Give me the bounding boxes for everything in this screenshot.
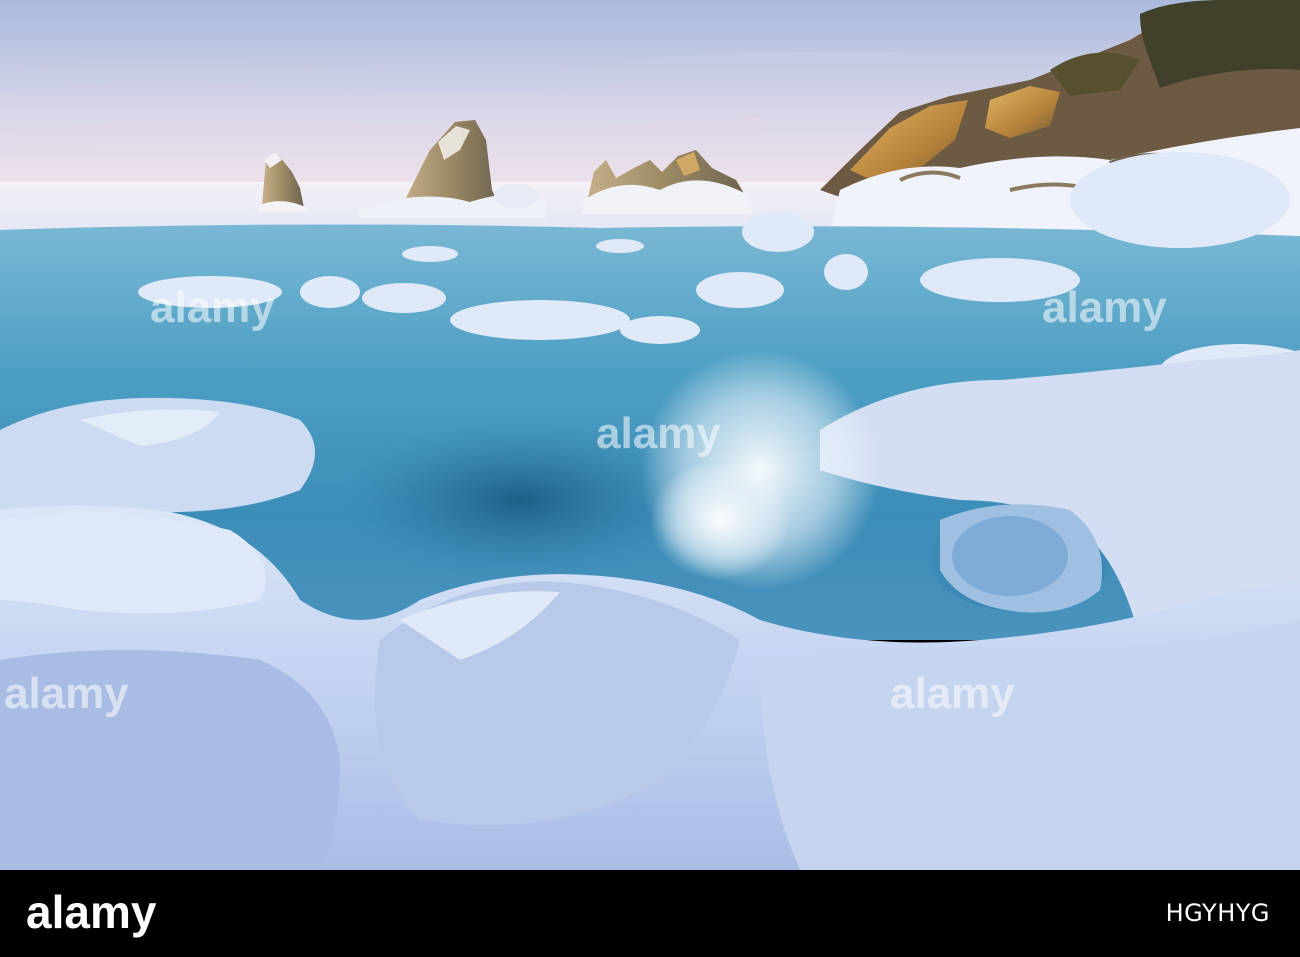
image-id: HGYHYG <box>1165 899 1270 927</box>
footer-bar: alamy HGYHYG <box>0 870 1300 957</box>
alamy-logo: alamy <box>26 888 157 938</box>
stock-photo-frame: alamy alamy alamy alamy alamy alamy HGYH… <box>0 0 1300 957</box>
photo-frozen-coast <box>0 0 1300 870</box>
alamy-logo-text: alamy <box>26 888 157 938</box>
